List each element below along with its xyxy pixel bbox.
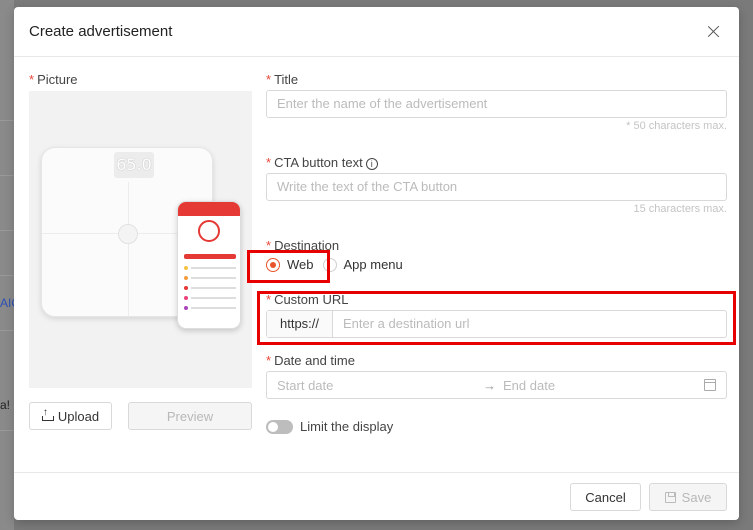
cancel-button[interactable]: Cancel	[570, 483, 641, 511]
modal-title: Create advertisement	[29, 23, 173, 40]
date-time-label: * Date and time	[266, 353, 355, 368]
close-icon[interactable]	[704, 22, 724, 42]
phone-image	[177, 201, 241, 329]
title-hint: * 50 characters max.	[626, 120, 727, 132]
start-date-input[interactable]: Start date	[277, 378, 333, 393]
cta-hint: 15 characters max.	[633, 203, 727, 215]
backdrop-divider	[0, 175, 14, 176]
limit-display-row: Limit the display	[266, 419, 393, 434]
save-button[interactable]: Save	[649, 483, 727, 511]
backdrop-text: a!	[0, 398, 11, 412]
page-backdrop	[0, 0, 14, 530]
save-icon	[664, 491, 676, 503]
title-label: * Title	[266, 72, 299, 87]
picture-preview: 65.0	[29, 91, 252, 388]
highlight-web-option	[247, 250, 330, 283]
limit-display-toggle[interactable]	[266, 419, 293, 434]
upload-icon	[41, 407, 54, 421]
cta-input[interactable]: Write the text of the CTA button	[266, 173, 727, 201]
info-icon[interactable]: i	[365, 158, 378, 170]
arrow-right-icon: →	[483, 378, 496, 393]
date-range-picker[interactable]: Start date → End date	[266, 371, 727, 399]
modal-header: Create advertisement	[14, 7, 739, 57]
end-date-input[interactable]: End date	[503, 378, 555, 393]
upload-button[interactable]: Upload	[29, 402, 112, 430]
backdrop-divider	[0, 120, 14, 121]
preview-button[interactable]: Preview	[128, 402, 252, 430]
backdrop-divider	[0, 330, 14, 331]
required-mark: *	[29, 72, 35, 87]
create-advertisement-modal: Create advertisement *Picture 65.0 Uploa…	[14, 7, 739, 520]
picture-label: * Picture	[29, 72, 78, 87]
highlight-custom-url	[257, 291, 736, 345]
radio-app-menu[interactable]: App menu	[322, 257, 403, 272]
title-input[interactable]: Enter the name of the advertisement	[266, 90, 727, 118]
scale-reading: 65.0	[114, 152, 154, 178]
modal-footer: Cancel Save	[14, 472, 739, 520]
backdrop-divider	[0, 275, 14, 276]
limit-display-label: Limit the display	[300, 419, 394, 434]
backdrop-divider	[0, 430, 14, 431]
calendar-icon[interactable]	[704, 379, 716, 391]
backdrop-divider	[0, 230, 14, 231]
cta-label: * CTA button text i	[266, 155, 378, 170]
